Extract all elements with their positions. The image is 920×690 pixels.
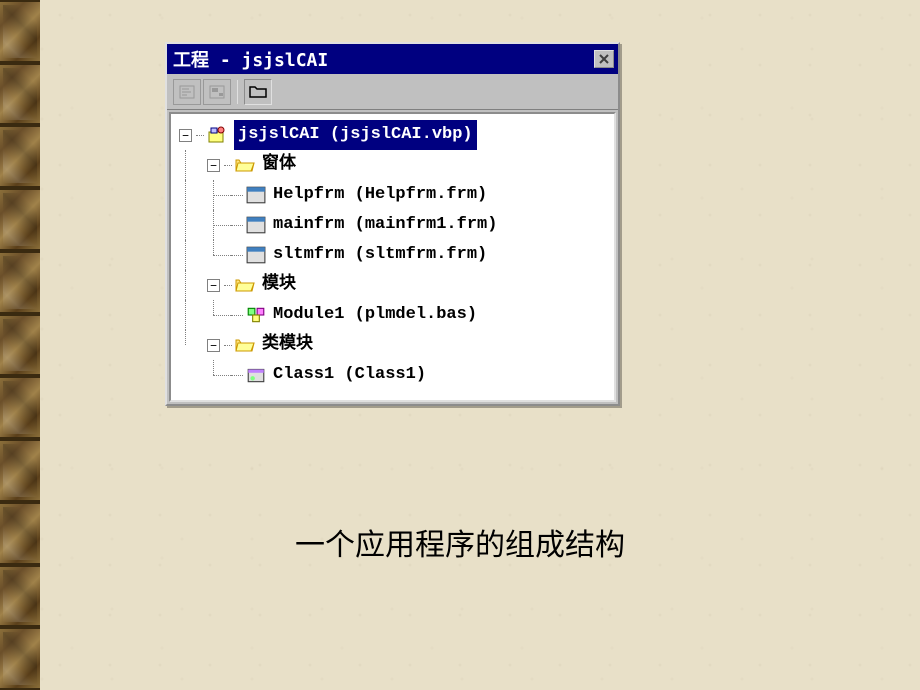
expander-icon[interactable]: − [207,279,220,292]
project-window: 工程 - jsjslCAI [165,42,620,406]
tree-root-row[interactable]: − jsjslCAI (jsjslCAI.vbp) [175,120,610,150]
tree-item-row[interactable]: Module1 (plmdel.bas) [175,300,610,330]
folder-label[interactable]: 模块 [262,271,296,299]
close-button[interactable] [594,50,614,68]
folder-open-icon [234,335,256,355]
module-icon [245,305,267,325]
tree-folder-row[interactable]: − 类模块 [175,330,610,360]
tree-item-row[interactable]: mainfrm (mainfrm1.frm) [175,210,610,240]
item-label[interactable]: sltmfrm (sltmfrm.frm) [273,241,487,269]
root-label[interactable]: jsjslCAI (jsjslCAI.vbp) [234,120,477,150]
form-icon [245,215,267,235]
form-icon [245,185,267,205]
toolbar [167,74,618,110]
expander-icon[interactable]: − [207,159,220,172]
titlebar[interactable]: 工程 - jsjslCAI [167,44,618,74]
tree-item-row[interactable]: sltmfrm (sltmfrm.frm) [175,240,610,270]
item-label[interactable]: Module1 (plmdel.bas) [273,301,477,329]
decorative-border [0,0,40,690]
project-icon [206,125,228,145]
tree-folder-row[interactable]: − 窗体 [175,150,610,180]
view-code-button[interactable] [173,79,201,105]
form-icon [245,245,267,265]
folder-label[interactable]: 类模块 [262,331,313,359]
slide-caption: 一个应用程序的组成结构 [0,520,920,564]
toggle-folders-button[interactable] [244,79,272,105]
expander-icon[interactable]: − [207,339,220,352]
folder-open-icon [234,155,256,175]
expander-icon[interactable]: − [179,129,192,142]
class-icon [245,365,267,385]
window-title: 工程 - jsjslCAI [171,46,594,72]
item-label[interactable]: Class1 (Class1) [273,361,426,389]
tree-item-row[interactable]: Helpfrm (Helpfrm.frm) [175,180,610,210]
tree-item-row[interactable]: Class1 (Class1) [175,360,610,390]
folder-label[interactable]: 窗体 [262,151,296,179]
tree-folder-row[interactable]: − 模块 [175,270,610,300]
view-object-button[interactable] [203,79,231,105]
folder-open-icon [234,275,256,295]
project-tree[interactable]: − jsjslCAI (jsjslCAI.vbp) − [169,112,616,402]
toolbar-separator [237,80,238,104]
item-label[interactable]: mainfrm (mainfrm1.frm) [273,211,497,239]
item-label[interactable]: Helpfrm (Helpfrm.frm) [273,181,487,209]
